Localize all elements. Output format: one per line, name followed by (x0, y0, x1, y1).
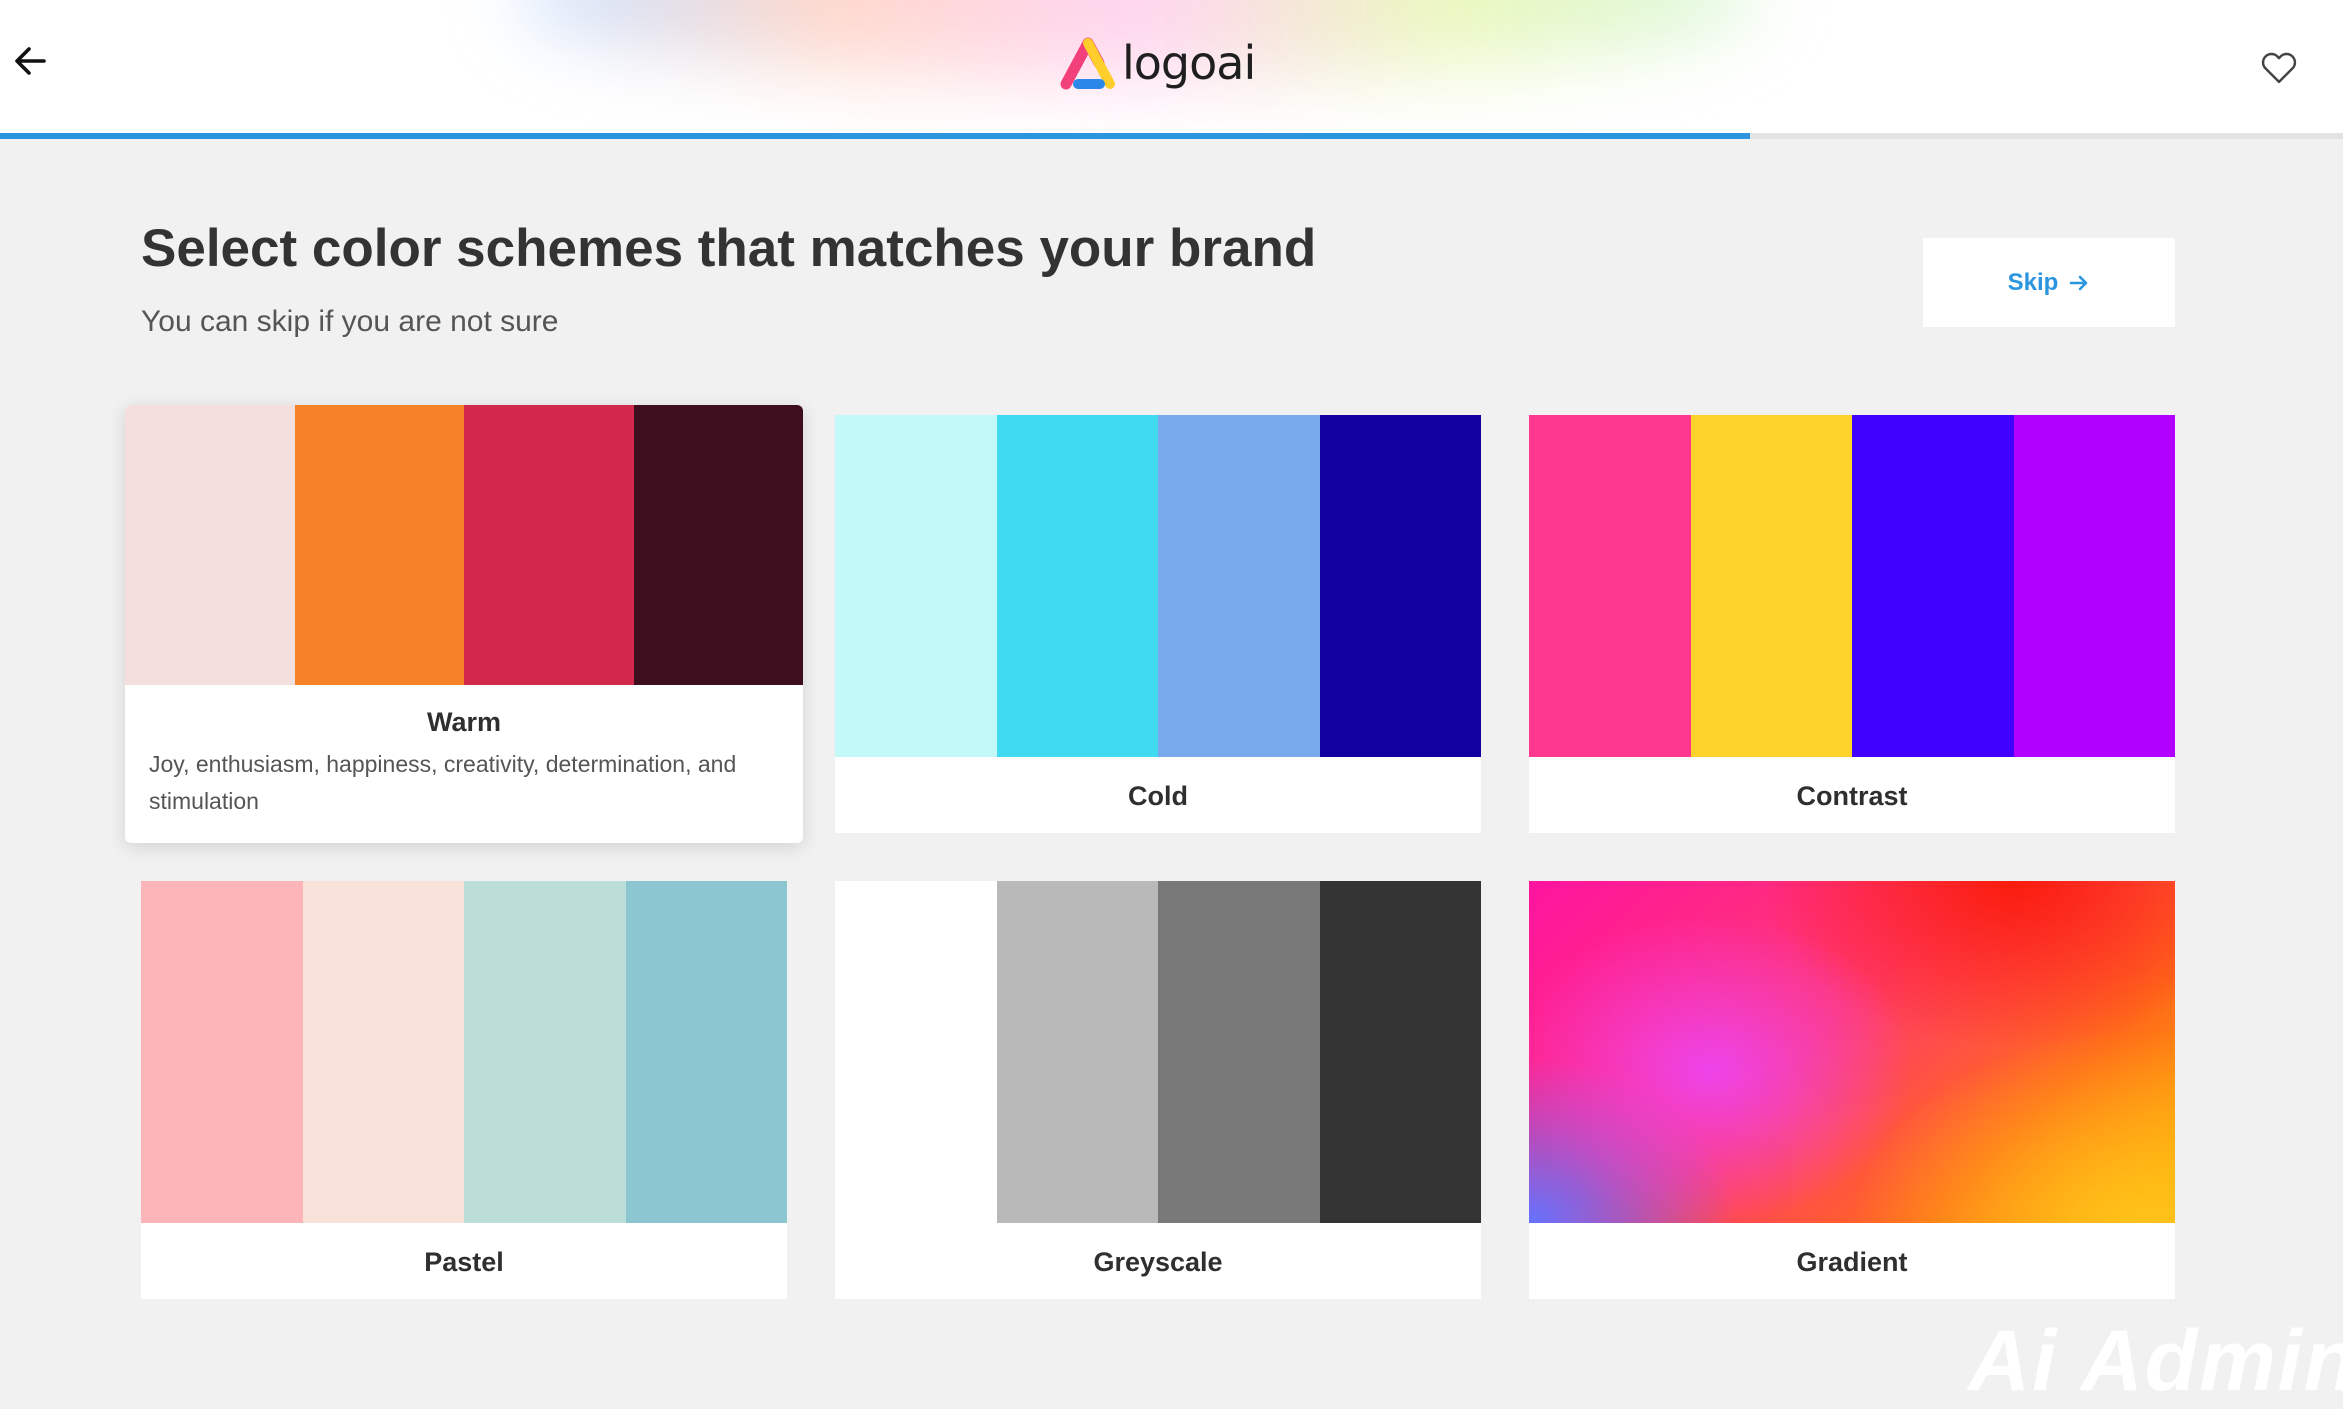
color-swatch (1319, 881, 1481, 1223)
color-swatch (2013, 415, 2175, 757)
swatch-row (835, 415, 1481, 757)
swatch-row (125, 405, 803, 685)
arrow-left-icon (15, 47, 46, 75)
skip-label: Skip (2007, 268, 2059, 296)
logo[interactable]: logoai (1058, 30, 1256, 96)
color-swatch (294, 405, 464, 685)
back-button[interactable] (10, 40, 52, 82)
color-swatch (464, 405, 634, 685)
color-swatch (1319, 415, 1481, 757)
gradient-swatch (1529, 881, 2175, 1223)
arrow-right-icon (2070, 275, 2088, 290)
color-swatch (835, 415, 997, 757)
scheme-card-pastel[interactable]: Pastel (141, 881, 787, 1299)
scheme-name: Cold (1128, 781, 1188, 811)
scheme-name: Gradient (1796, 1247, 1908, 1277)
scheme-card-contrast[interactable]: Contrast (1529, 415, 2175, 833)
scheme-name: Greyscale (1093, 1247, 1223, 1277)
scheme-card-greyscale[interactable]: Greyscale (835, 881, 1481, 1299)
scheme-name: Warm (426, 707, 501, 737)
progress-bar-fill (0, 133, 1751, 139)
scheme-name: Contrast (1796, 781, 1908, 811)
color-swatch (1158, 415, 1320, 757)
color-swatch (1852, 415, 2014, 757)
scheme-name: Pastel (424, 1247, 504, 1277)
skip-button[interactable]: Skip (1923, 238, 2175, 327)
page-subtitle: You can skip if you are not sure (141, 305, 559, 338)
color-swatch (125, 405, 295, 685)
swatch-row (835, 881, 1481, 1223)
color-swatch (996, 881, 1158, 1223)
swatch-row (1529, 415, 2175, 757)
progress-bar (0, 133, 2343, 139)
scheme-card-gradient[interactable]: Gradient (1529, 881, 2175, 1299)
scheme-card-warm[interactable]: Warm Joy, enthusiasm, happiness, creativ… (125, 405, 803, 843)
color-swatch (625, 881, 787, 1223)
favorite-button[interactable] (2258, 46, 2300, 88)
page-title: Select color schemes that matches your b… (141, 219, 1317, 278)
color-swatch (141, 881, 303, 1223)
scheme-description: Joy, enthusiasm, happiness, creativity, … (149, 751, 737, 814)
color-swatch (1690, 415, 1852, 757)
heart-icon (2261, 52, 2297, 84)
swatch-row (141, 881, 787, 1223)
color-swatch (633, 405, 803, 685)
scheme-card-cold[interactable]: Cold (835, 415, 1481, 833)
color-swatch (1529, 415, 1691, 757)
color-swatch (835, 881, 997, 1223)
logo-text: logoai (1122, 36, 1256, 90)
top-bar: logoai (0, 0, 2343, 133)
color-swatch (1158, 881, 1320, 1223)
logo-mark-icon (1060, 37, 1115, 90)
watermark-text: Ai Admin (1968, 1313, 2343, 1409)
color-swatch (464, 881, 626, 1223)
color-swatch (996, 415, 1158, 757)
color-swatch (302, 881, 464, 1223)
